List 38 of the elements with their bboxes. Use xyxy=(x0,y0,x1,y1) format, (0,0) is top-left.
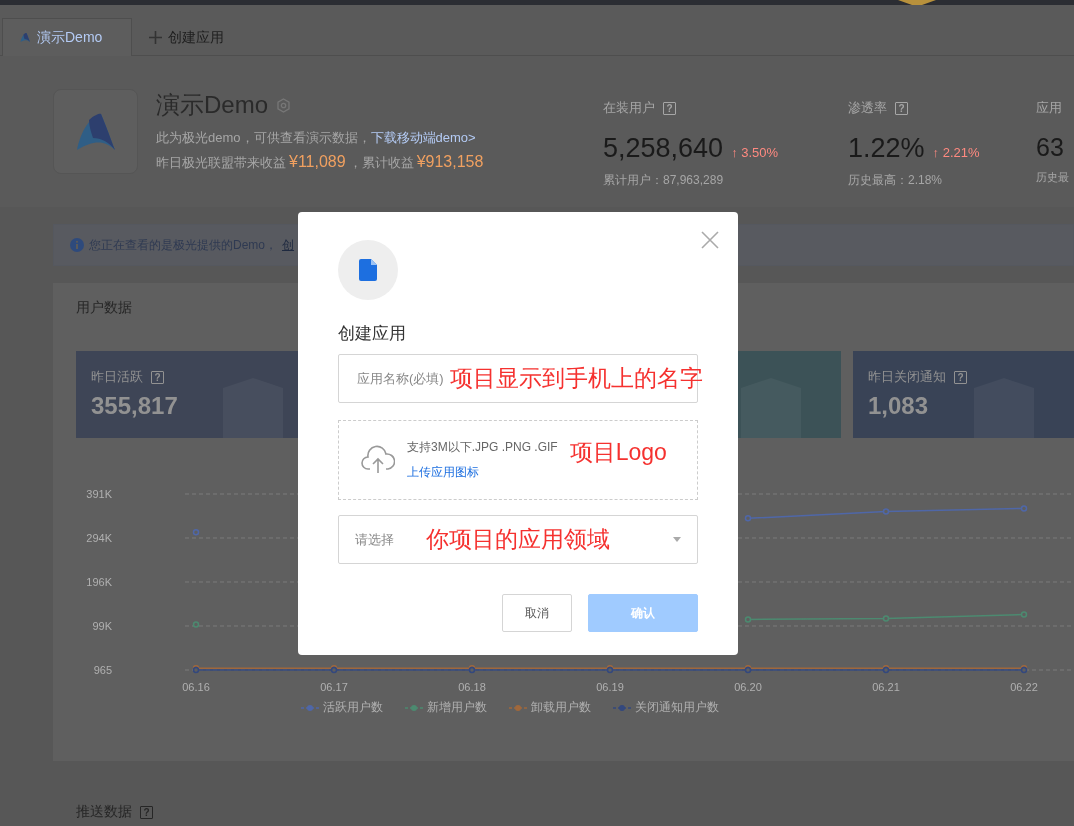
axis-label: 06.16 xyxy=(182,681,210,693)
app-description: 此为极光demo，可供查看演示数据， xyxy=(156,129,371,147)
annotation-text: 项目Logo xyxy=(569,438,667,467)
stat-label: 在装用户 xyxy=(603,99,655,117)
axis-label: 06.20 xyxy=(734,681,762,693)
card-value: 1,083 xyxy=(868,392,930,420)
card-value: 355,817 xyxy=(91,392,179,420)
card-label: 昨日活跃 xyxy=(91,368,143,386)
axis-label: 06.22 xyxy=(1010,681,1038,693)
axis-label: 99K xyxy=(92,620,112,632)
earnings-label: ，累计收益 xyxy=(348,154,414,172)
stat-value: 1.22% xyxy=(848,133,925,164)
stat-label: 渗透率 xyxy=(848,99,887,117)
earnings-label: 昨日极光联盟带来收益 xyxy=(156,154,286,172)
stat-value: 63 xyxy=(1036,133,1064,162)
axis-label: 965 xyxy=(93,664,112,676)
stat-label: 应用 xyxy=(1036,99,1062,117)
stat-subtext: 历史最高：2.18% xyxy=(848,172,944,189)
dialog-title: 创建应用 xyxy=(338,323,407,345)
upload-hint: 支持3M以下.JPG .PNG .GIF xyxy=(407,439,558,456)
earnings-amount: ¥913,158 xyxy=(416,153,484,171)
earnings-amount: ¥11,089 xyxy=(289,153,346,171)
placeholder-text: 请选择 xyxy=(355,530,394,549)
axis-label: 391K xyxy=(86,488,112,500)
axis-label: 06.17 xyxy=(320,681,348,693)
axis-label: 06.21 xyxy=(872,681,900,693)
stat-value: 5,258,640 xyxy=(603,133,724,164)
card-label: 昨日关闭通知 xyxy=(868,368,946,386)
axis-label: 06.18 xyxy=(458,681,486,693)
annotation-text: 你项目的应用领域 xyxy=(426,525,610,554)
stat-subtext: 历史最 xyxy=(1036,170,1070,185)
axis-label: 06.19 xyxy=(596,681,624,693)
stat-change: ↑ 3.50% xyxy=(731,145,779,160)
axis-label: 196K xyxy=(86,576,112,588)
placeholder-text: 应用名称(必填) xyxy=(357,369,444,388)
stat-change: ↑ 2.21% xyxy=(932,145,980,160)
axis-label: 294K xyxy=(86,532,112,544)
stat-subtext: 累计用户：87,963,289 xyxy=(603,172,725,189)
